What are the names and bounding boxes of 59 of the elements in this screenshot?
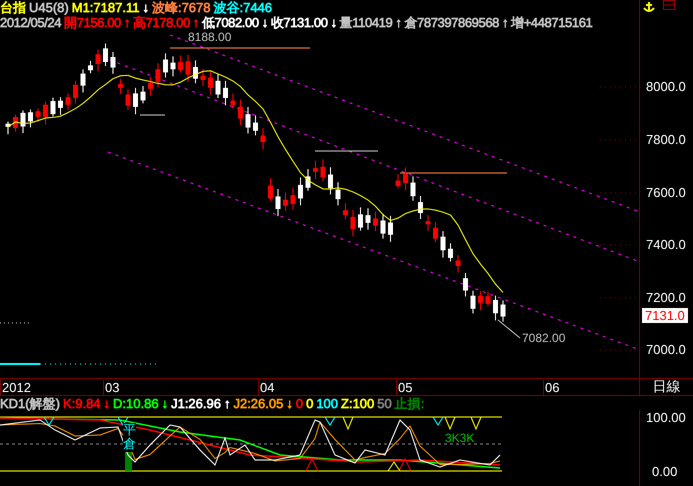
indicator-text: 波峰:7678 [152,0,210,15]
indicator-text: 倉787397869568 [404,15,499,30]
indicator-text: J2:26.05 [233,396,284,410]
price-axis-label: 8000.0 [646,79,686,94]
low-price-label: 7082.00 [522,331,566,346]
date-axis-label: 06 [543,380,560,395]
price-axis-label: 7000.0 [646,342,686,357]
price-axis-label: 7800.0 [646,132,686,147]
level-line [140,114,166,116]
price-axis-label: 7200.0 [646,290,686,305]
indicator-text: 高7178.00 [132,15,190,30]
indicator-text: ↑ [192,15,199,30]
indicator-text: 台指 [0,0,26,15]
indicator-text: J1:26.96 [171,396,221,410]
indicator-text: 2012/05/24 [0,15,62,30]
indicator-text: 波谷:7446 [214,0,272,15]
indicator-text: ↑ [224,396,230,410]
indicator-text: 開7156.00 [64,15,121,30]
period-label: 日線 [652,379,682,395]
indicator-text: ↓ [262,15,268,30]
indicator-text: D:10.86 [113,396,159,410]
indicator-text: ↑ [124,15,130,30]
price-axis-label: 7400.0 [646,237,686,252]
window-icon [663,0,675,10]
indicator-text: M1:7187.11 [72,0,140,15]
kd-axis-label: 0.00 [652,464,678,479]
kd-axis-label: 100.00 [646,410,686,425]
indicator-text: ↓ [286,396,293,410]
indicator-text: ↑ [502,15,508,30]
indicator-text: ↑ [395,15,402,30]
k-signal-label: 3K3K [445,431,474,446]
high-price-label: 8188.00 [188,30,232,45]
indicator-text: ↓ [162,396,168,410]
date-axis-label: 04 [258,380,274,395]
indicator-text: 增+448715161 [511,15,592,30]
indicator-text: U45(8) [29,0,69,15]
date-axis-label: 05 [396,380,412,395]
date-axis-label: 2012 [0,380,31,395]
close-position-signal: 平倉 [123,423,136,452]
indicator-text: 量110419 [340,15,392,30]
indicator-text: 止損: [394,396,424,410]
indicator-text: 0 [296,396,304,410]
last-price-tag: 7131.0 [642,308,688,323]
indicator-text: KD1(解盤) [0,396,60,410]
date-axis-label: 03 [103,380,120,395]
indicator-text: 100 [316,396,338,410]
indicator-text: 0 [306,396,314,410]
indicator-text: ↓ [330,15,337,30]
indicator-text: 收7131.00 [270,15,328,30]
indicator-text: Z:100 [341,396,374,410]
level-line [314,150,378,152]
indicator-text: K:9.84 [62,396,101,410]
indicator-text: 低7082.00 [202,15,259,30]
anchor-icon [643,2,655,12]
price-axis-label: 7600.0 [646,185,686,200]
indicator-text: 50 [377,396,392,410]
leader-line [498,320,520,338]
indicator-text: ↓ [104,396,110,410]
indicator-text: ↓ [142,0,149,15]
